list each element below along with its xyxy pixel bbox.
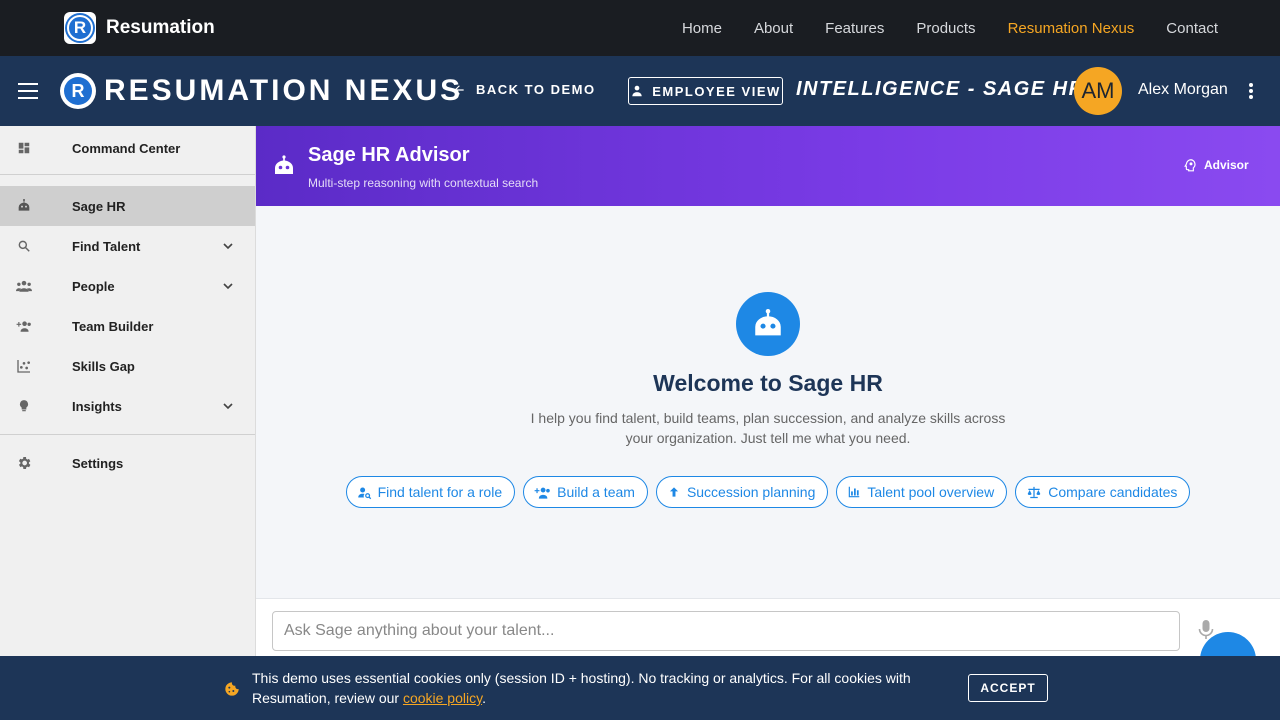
chevron-down-icon[interactable] (220, 398, 236, 414)
psychology-icon (1184, 159, 1196, 172)
cookie-icon (225, 682, 239, 696)
dashboard-icon (16, 140, 32, 156)
site-nav: R Resumation Home About Features Product… (0, 0, 1280, 56)
cookie-banner: This demo uses essential cookies only (s… (0, 656, 1280, 720)
sidebar-item-label: Team Builder (72, 318, 154, 334)
more-vert-icon[interactable] (1248, 83, 1254, 99)
chip-talent-pool[interactable]: Talent pool overview (836, 476, 1008, 508)
robot-icon (755, 308, 781, 336)
lightbulb-icon (16, 398, 32, 414)
sidebar-divider (0, 174, 255, 175)
employee-view-button[interactable]: EMPLOYEE VIEW (628, 77, 783, 105)
nav-link-features[interactable]: Features (825, 20, 884, 37)
person-search-icon (357, 487, 371, 499)
scale-icon (1027, 486, 1041, 498)
sidebar-item-label: Command Center (72, 140, 181, 156)
robot-icon (275, 155, 293, 174)
sidebar-item-team-builder[interactable]: Team Builder (0, 306, 255, 346)
sidebar-divider (0, 434, 255, 435)
page-title: Sage HR Advisor (308, 144, 470, 166)
suggestion-chips: Find talent for a role Build a team Succ… (256, 476, 1280, 508)
chevron-down-icon[interactable] (220, 238, 236, 254)
advisor-chip-label: Advisor (1204, 158, 1249, 172)
sidebar: Command Center Sage HR Find Talent Peopl… (0, 126, 256, 720)
chevron-down-icon[interactable] (220, 278, 236, 294)
scatter-chart-icon (16, 358, 32, 374)
sidebar-item-label: Insights (72, 398, 122, 414)
avatar[interactable]: AM (1074, 67, 1122, 115)
cookie-suffix: . (482, 690, 486, 706)
section-label: INTELLIGENCE - SAGE HR (796, 78, 1085, 100)
menu-icon[interactable] (18, 83, 38, 99)
sidebar-item-skills-gap[interactable]: Skills Gap (0, 346, 255, 386)
back-to-demo-button[interactable]: BACK TO DEMO (452, 82, 596, 97)
bar-chart-icon (849, 486, 860, 498)
chip-label: Build a team (557, 484, 635, 500)
advisor-mode-chip[interactable]: Advisor (1184, 155, 1249, 175)
nexus-logo: R (60, 73, 96, 109)
nav-link-products[interactable]: Products (916, 20, 975, 37)
chip-succession-planning[interactable]: Succession planning (655, 476, 829, 508)
nav-link-contact[interactable]: Contact (1166, 20, 1218, 37)
chip-label: Talent pool overview (867, 484, 995, 500)
chip-label: Succession planning (686, 484, 816, 500)
chip-find-talent[interactable]: Find talent for a role (345, 476, 516, 508)
sidebar-item-settings[interactable]: Settings (0, 443, 255, 483)
ask-sage-input[interactable] (272, 611, 1180, 651)
sidebar-item-label: People (72, 278, 115, 294)
site-brand[interactable]: Resumation (106, 17, 215, 39)
user-name[interactable]: Alex Morgan (1138, 81, 1228, 99)
group-add-icon (534, 487, 550, 499)
cookie-message: This demo uses essential cookies only (s… (252, 670, 911, 706)
sidebar-item-people[interactable]: People (0, 266, 255, 306)
sidebar-item-label: Settings (72, 455, 124, 471)
sage-avatar (736, 292, 800, 356)
welcome-title: Welcome to Sage HR (653, 370, 883, 396)
chat-input-area (256, 598, 1280, 658)
sidebar-item-insights[interactable]: Insights (0, 386, 255, 426)
arrow-up-icon (669, 487, 679, 497)
sidebar-item-command-center[interactable]: Command Center (0, 128, 255, 168)
sidebar-item-label: Sage HR (72, 198, 126, 214)
cookie-text: This demo uses essential cookies only (s… (252, 668, 952, 708)
page-subtitle: Multi-step reasoning with contextual sea… (308, 176, 539, 190)
nav-link-about[interactable]: About (754, 20, 793, 37)
people-icon (16, 278, 32, 294)
gear-icon (16, 455, 32, 471)
sidebar-item-label: Find Talent (72, 238, 141, 254)
accept-cookies-button[interactable]: ACCEPT (968, 674, 1048, 702)
resumation-logo[interactable]: R (64, 12, 96, 44)
chip-build-team[interactable]: Build a team (523, 476, 648, 508)
app-title: RESUMATION NEXUS (104, 74, 464, 107)
group-add-icon (16, 318, 32, 334)
chip-label: Compare candidates (1048, 484, 1178, 500)
nav-link-home[interactable]: Home (682, 20, 722, 37)
arrow-left-icon (454, 84, 464, 95)
sidebar-item-sage-hr[interactable]: Sage HR (0, 186, 255, 226)
chat-area: Welcome to Sage HR I help you find talen… (256, 206, 1280, 598)
app-bar: R RESUMATION NEXUS BACK TO DEMO EMPLOYEE… (0, 56, 1280, 126)
back-to-demo-label: BACK TO DEMO (476, 82, 596, 97)
chip-label: Find talent for a role (377, 484, 503, 500)
sidebar-item-label: Skills Gap (72, 358, 135, 374)
sidebar-item-find-talent[interactable]: Find Talent (0, 226, 255, 266)
robot-icon (16, 198, 32, 214)
employee-view-label: EMPLOYEE VIEW (652, 83, 781, 99)
welcome-text: I help you find talent, build teams, pla… (530, 410, 1006, 446)
sage-hr-header: Sage HR Advisor Multi-step reasoning wit… (256, 126, 1280, 206)
site-links: Home About Features Products Resumation … (682, 0, 1218, 56)
nav-link-resumation-nexus[interactable]: Resumation Nexus (1008, 20, 1135, 37)
chip-compare-candidates[interactable]: Compare candidates (1015, 476, 1191, 508)
cookie-policy-link[interactable]: cookie policy (403, 690, 482, 706)
search-icon (16, 238, 32, 254)
person-badge-icon (632, 85, 642, 97)
